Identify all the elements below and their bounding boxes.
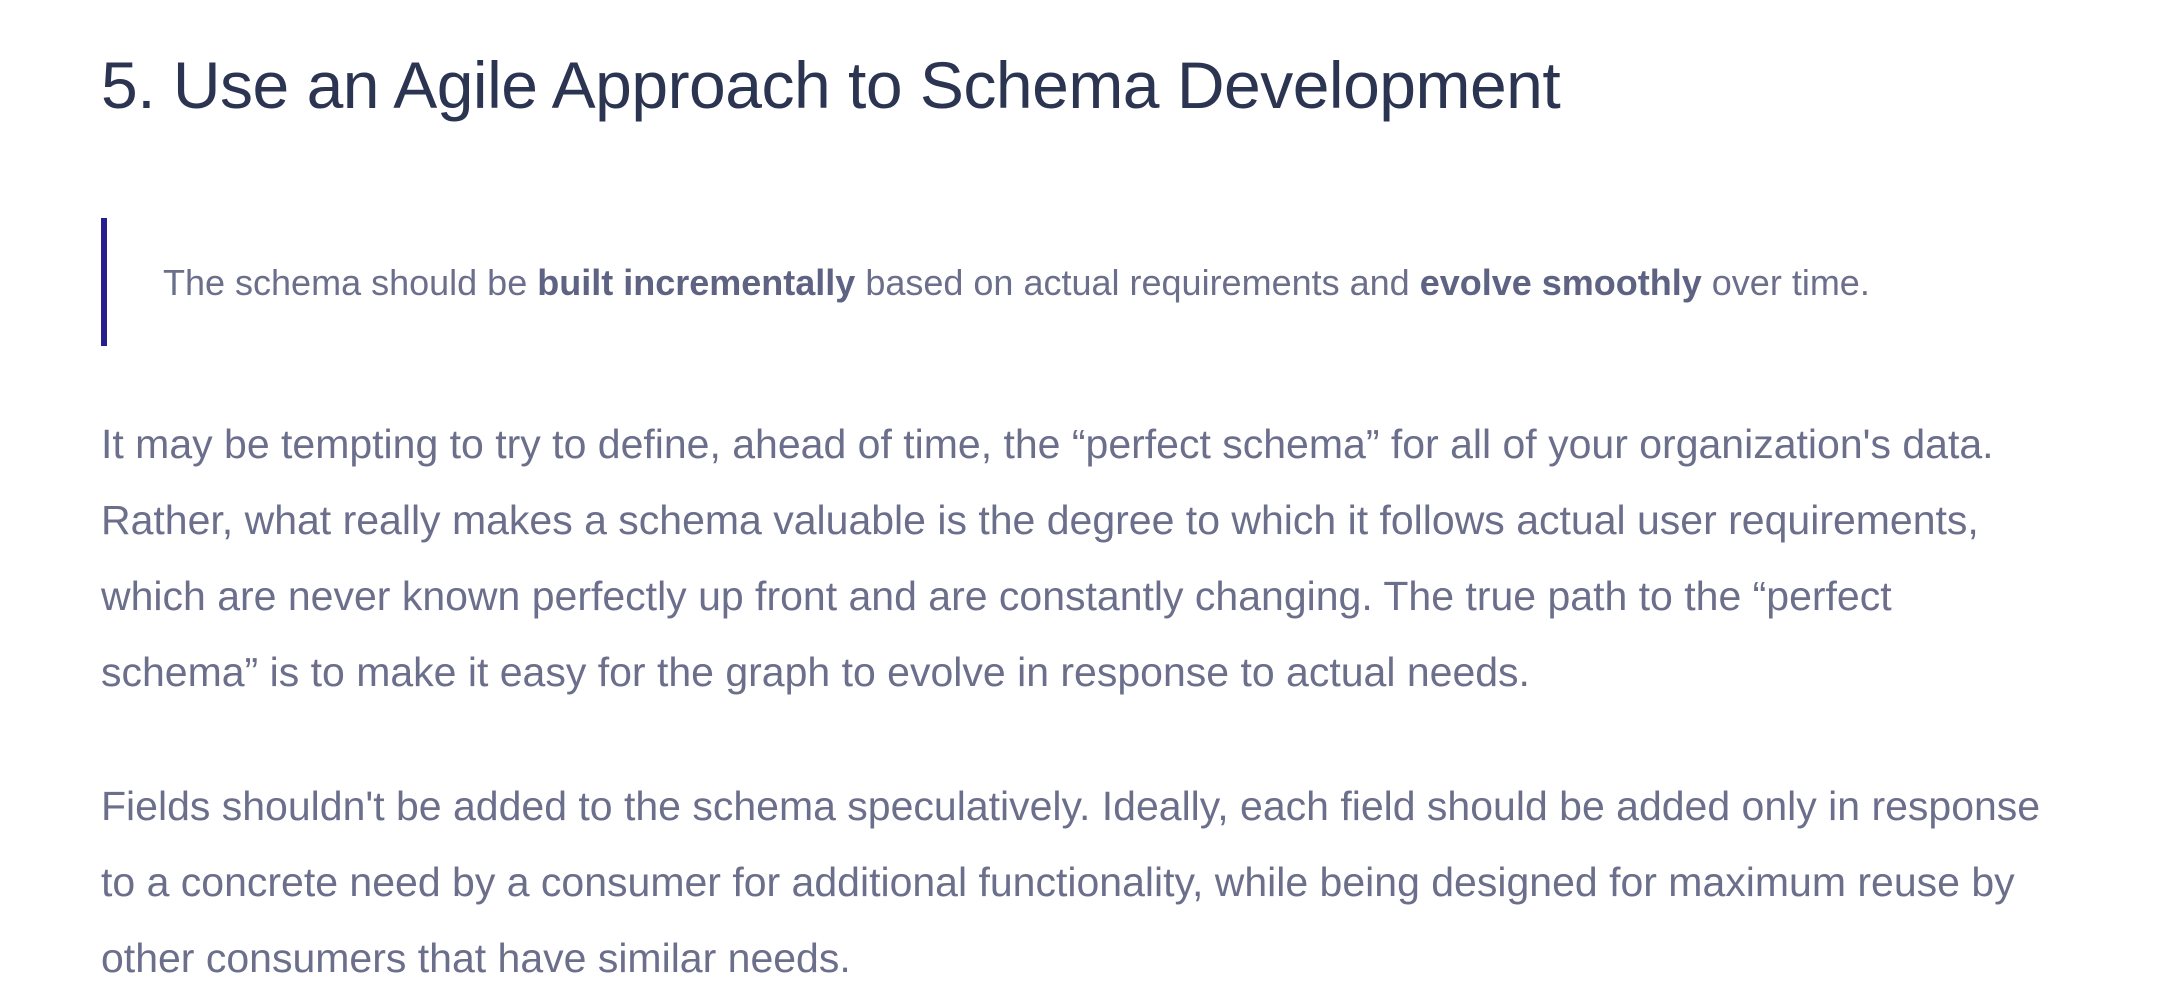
section-heading: 5. Use an Agile Approach to Schema Devel… xyxy=(101,48,1561,122)
paragraph-line: Fields shouldn't be added to the schema … xyxy=(101,783,2041,829)
callout-emphasis-incremental: built incrementally xyxy=(537,262,856,303)
callout-blockquote: The schema should be built incrementally… xyxy=(101,218,2121,346)
paragraph-line: other consumers that have similar needs. xyxy=(101,935,851,981)
paragraph-line: Rather, what really makes a schema valua… xyxy=(101,497,1979,543)
paragraph-line: It may be tempting to try to define, ahe… xyxy=(101,421,1994,467)
paragraph-line: schema” is to make it easy for the graph… xyxy=(101,649,1530,695)
body-paragraph-perfect-schema: It may be tempting to try to define, ahe… xyxy=(101,406,2121,710)
callout-text-part-1: The schema should be xyxy=(163,262,538,303)
paragraph-line: to a concrete need by a consumer for add… xyxy=(101,859,2015,905)
article-section: 5. Use an Agile Approach to Schema Devel… xyxy=(101,40,2121,996)
body-paragraph-fields: Fields shouldn't be added to the schema … xyxy=(101,768,2121,996)
callout-text-part-3: over time. xyxy=(1701,262,1870,303)
paragraph-line: which are never known perfectly up front… xyxy=(101,573,1892,619)
callout-emphasis-evolve: evolve smoothly xyxy=(1419,262,1702,303)
callout-text: The schema should be built incrementally… xyxy=(163,260,1870,306)
callout-text-part-2: based on actual requirements and xyxy=(855,262,1420,303)
